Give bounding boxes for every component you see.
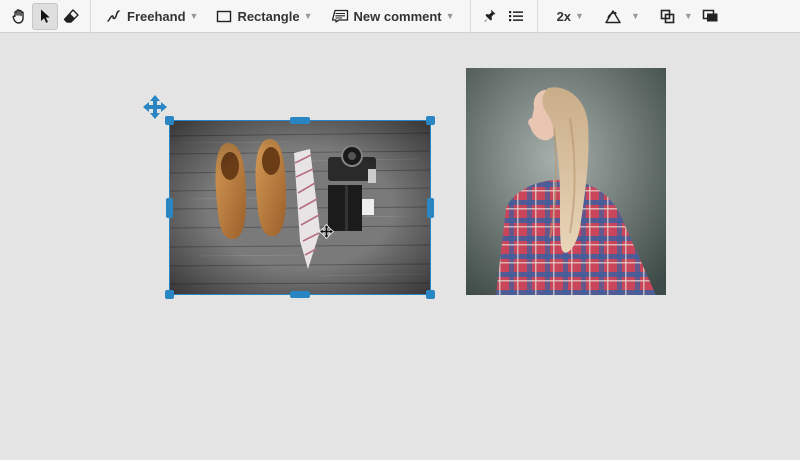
move-cursor-icon — [319, 224, 334, 239]
chevron-down-icon[interactable]: ▼ — [190, 11, 199, 21]
list-button[interactable] — [503, 3, 529, 30]
freehand-label: Freehand — [127, 8, 186, 24]
layers-button[interactable] — [698, 3, 724, 30]
hand-tool-button[interactable] — [6, 3, 32, 30]
zoom-label: 2x — [556, 8, 572, 24]
freehand-button[interactable]: Freehand ▼ — [101, 3, 203, 30]
crop-icon — [660, 9, 675, 23]
hand-icon — [12, 9, 24, 24]
chevron-down-icon[interactable]: ▼ — [304, 11, 313, 21]
woman-photo[interactable] — [466, 68, 666, 295]
shoes-photo[interactable] — [170, 121, 430, 294]
arrow-pointer-icon — [41, 9, 50, 23]
new-comment-label: New comment — [353, 8, 442, 24]
rotate-icon — [605, 9, 621, 23]
eraser-icon — [63, 9, 79, 23]
chevron-down-icon[interactable]: ▼ — [631, 11, 640, 21]
resize-handle-top[interactable] — [290, 117, 310, 124]
new-comment-button[interactable]: New comment ▼ — [326, 3, 460, 30]
arrange-button[interactable]: ▼ — [655, 3, 698, 30]
chevron-down-icon[interactable]: ▼ — [575, 11, 584, 21]
shoes-photo-image — [170, 121, 430, 294]
move-handle-icon[interactable] — [142, 94, 168, 120]
layers-icon — [703, 9, 718, 22]
chevron-down-icon[interactable]: ▼ — [446, 11, 455, 21]
rectangle-label: Rectangle — [237, 8, 300, 24]
resize-handle-bottom-right[interactable] — [426, 290, 435, 299]
canvas[interactable] — [0, 34, 800, 460]
list-icon — [508, 11, 523, 22]
pin-button[interactable] — [477, 3, 503, 30]
freehand-icon — [107, 10, 120, 22]
chevron-down-icon[interactable]: ▼ — [684, 11, 693, 21]
rectangle-icon — [217, 10, 232, 22]
resize-handle-right[interactable] — [427, 198, 434, 218]
eraser-tool-button[interactable] — [58, 3, 84, 30]
woman-photo-image — [466, 68, 666, 295]
pin-icon — [484, 9, 496, 22]
resize-handle-left[interactable] — [166, 198, 173, 218]
comment-icon — [331, 9, 348, 23]
resize-handle-bottom-left[interactable] — [165, 290, 174, 299]
resize-handle-top-right[interactable] — [426, 116, 435, 125]
select-tool-button[interactable] — [32, 2, 58, 30]
rotate-button[interactable]: ▼ — [599, 3, 645, 30]
zoom-button[interactable]: 2x ▼ — [552, 3, 589, 30]
resize-handle-bottom[interactable] — [290, 291, 310, 298]
toolbar: Freehand ▼ Rectangle ▼ New comment ▼ 2x … — [0, 0, 800, 33]
rectangle-button[interactable]: Rectangle ▼ — [211, 3, 317, 30]
